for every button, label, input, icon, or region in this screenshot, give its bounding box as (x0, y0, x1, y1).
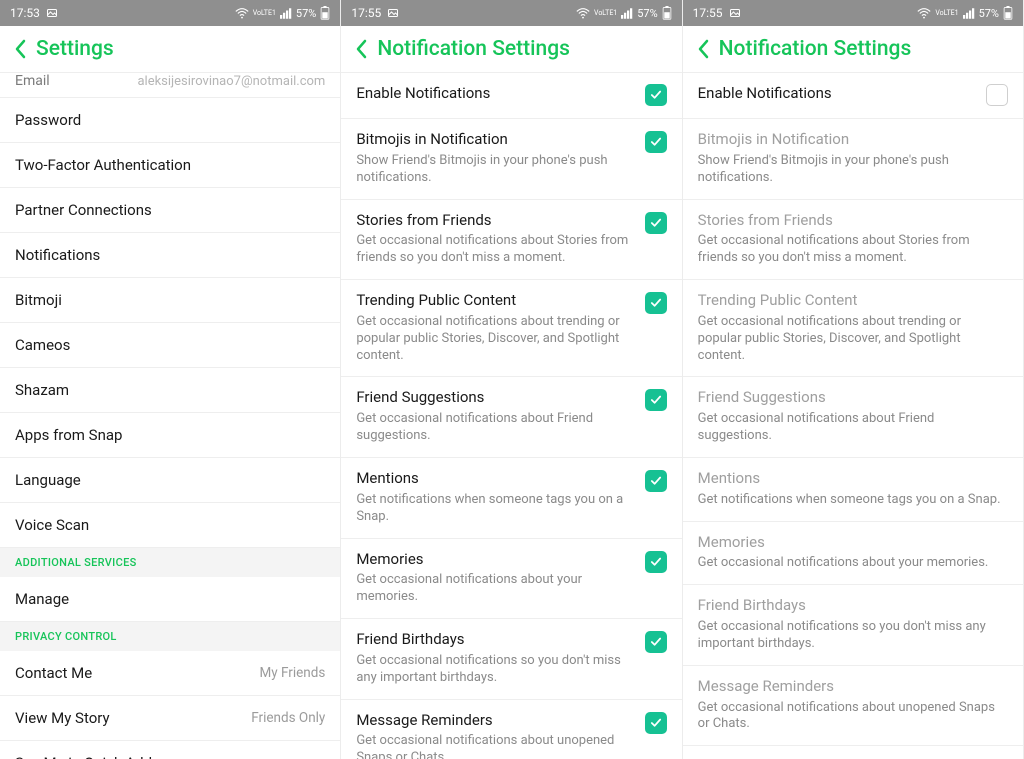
row-shazam[interactable]: Shazam (0, 368, 340, 413)
page-title: Notification Settings (719, 37, 912, 61)
row-friend-birthdays[interactable]: Friend Birthdays Get occasional notifica… (341, 619, 681, 700)
row-creative-effects: Creative Effects Get notifications about… (683, 746, 1023, 759)
volte-label: VoLTE1 (253, 10, 276, 17)
header: Notification Settings (341, 26, 681, 73)
row-memories[interactable]: Memories Get occasional notifications ab… (341, 539, 681, 620)
checkbox-enable-notifications[interactable] (986, 84, 1008, 106)
back-button[interactable] (12, 37, 30, 61)
row-memories: Memories Get occasional notifications ab… (683, 522, 1023, 586)
section-privacy-control: PRIVACY CONTROL (0, 622, 340, 651)
status-bar: 17:55 VoLTE1 57% (683, 0, 1023, 26)
checkbox-trending[interactable] (645, 292, 667, 314)
checkbox-enable-notifications[interactable] (645, 84, 667, 106)
image-icon (387, 7, 399, 19)
status-time: 17:55 (351, 6, 381, 20)
row-password[interactable]: Password (0, 98, 340, 143)
header: Notification Settings (683, 26, 1023, 73)
row-email[interactable]: Email aleksijesirovinao7@notmail.com (0, 73, 340, 98)
row-notifications[interactable]: Notifications (0, 233, 340, 278)
battery-icon (320, 6, 330, 20)
row-stories-from-friends: Stories from Friends Get occasional noti… (683, 200, 1023, 281)
wifi-icon (235, 8, 249, 19)
status-time: 17:53 (10, 6, 40, 20)
row-bitmoji[interactable]: Bitmoji (0, 278, 340, 323)
battery-pct: 57% (979, 7, 999, 20)
image-icon (729, 7, 741, 19)
checkbox-bitmojis[interactable] (645, 131, 667, 153)
image-icon (46, 7, 58, 19)
status-bar: 17:55 VoLTE1 57% (341, 0, 681, 26)
back-button[interactable] (695, 37, 713, 61)
checkbox-message-reminders[interactable] (645, 712, 667, 734)
row-enable-notifications[interactable]: Enable Notifications (341, 73, 681, 119)
checkbox-mentions[interactable] (645, 470, 667, 492)
notification-list[interactable]: Enable Notifications Bitmojis in Notific… (683, 73, 1023, 759)
page-title: Notification Settings (377, 37, 570, 61)
row-message-reminders[interactable]: Message Reminders Get occasional notific… (341, 700, 681, 759)
battery-icon (1003, 6, 1013, 20)
checkbox-friend-suggestions[interactable] (645, 389, 667, 411)
row-contact-me[interactable]: Contact Me My Friends (0, 651, 340, 696)
checkbox-friend-birthdays[interactable] (645, 631, 667, 653)
row-partner-connections[interactable]: Partner Connections (0, 188, 340, 233)
section-additional-services: ADDITIONAL SERVICES (0, 548, 340, 577)
row-manage[interactable]: Manage (0, 577, 340, 622)
signal-icon (280, 8, 292, 19)
pane-notifications-enabled: 17:55 VoLTE1 57% Notification Settings E… (341, 0, 682, 759)
row-mentions[interactable]: Mentions Get notifications when someone … (341, 458, 681, 539)
notification-list[interactable]: Enable Notifications Bitmojis in Notific… (341, 73, 681, 759)
row-view-my-story[interactable]: View My Story Friends Only (0, 696, 340, 741)
signal-icon (621, 8, 633, 19)
row-friend-suggestions: Friend Suggestions Get occasional notifi… (683, 377, 1023, 458)
row-voice-scan[interactable]: Voice Scan (0, 503, 340, 548)
row-language[interactable]: Language (0, 458, 340, 503)
header: Settings (0, 26, 340, 73)
page-title: Settings (36, 37, 114, 61)
row-enable-notifications[interactable]: Enable Notifications (683, 73, 1023, 119)
row-quick-add[interactable]: See Me in Quick Add (0, 741, 340, 759)
wifi-icon (576, 8, 590, 19)
row-cameos[interactable]: Cameos (0, 323, 340, 368)
row-bitmojis-in-notification: Bitmojis in Notification Show Friend's B… (683, 119, 1023, 200)
row-message-reminders: Message Reminders Get occasional notific… (683, 666, 1023, 747)
volte-label: VoLTE1 (594, 10, 617, 17)
row-apps-from-snap[interactable]: Apps from Snap (0, 413, 340, 458)
row-two-factor[interactable]: Two-Factor Authentication (0, 143, 340, 188)
signal-icon (963, 8, 975, 19)
back-button[interactable] (353, 37, 371, 61)
pane-notifications-disabled: 17:55 VoLTE1 57% Notification Settings E… (683, 0, 1024, 759)
status-bar: 17:53 VoLTE1 57% (0, 0, 340, 26)
row-trending-public-content: Trending Public Content Get occasional n… (683, 280, 1023, 377)
battery-pct: 57% (296, 7, 316, 20)
pane-settings: 17:53 VoLTE1 57% Settings Email aleksije… (0, 0, 341, 759)
battery-icon (662, 6, 672, 20)
checkbox-memories[interactable] (645, 551, 667, 573)
status-time: 17:55 (693, 6, 723, 20)
settings-list[interactable]: Email aleksijesirovinao7@notmail.com Pas… (0, 73, 340, 759)
row-mentions: Mentions Get notifications when someone … (683, 458, 1023, 522)
battery-pct: 57% (637, 7, 657, 20)
checkbox-stories[interactable] (645, 212, 667, 234)
row-bitmojis-in-notification[interactable]: Bitmojis in Notification Show Friend's B… (341, 119, 681, 200)
row-stories-from-friends[interactable]: Stories from Friends Get occasional noti… (341, 200, 681, 281)
row-friend-birthdays: Friend Birthdays Get occasional notifica… (683, 585, 1023, 666)
row-trending-public-content[interactable]: Trending Public Content Get occasional n… (341, 280, 681, 377)
row-friend-suggestions[interactable]: Friend Suggestions Get occasional notifi… (341, 377, 681, 458)
wifi-icon (917, 8, 931, 19)
volte-label: VoLTE1 (935, 10, 958, 17)
